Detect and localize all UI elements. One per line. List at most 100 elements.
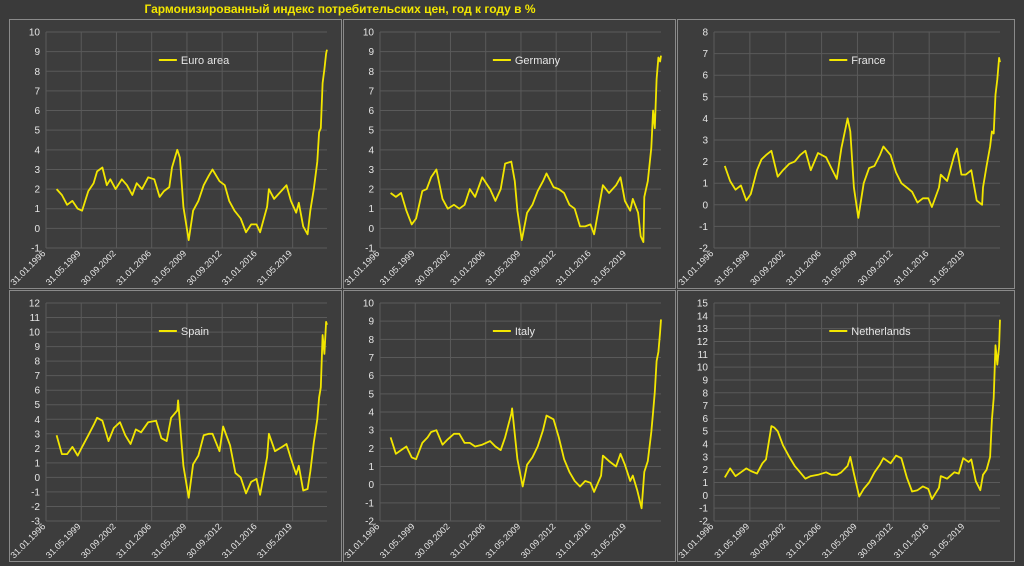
y-tick-label: 8 — [702, 388, 708, 399]
series-line-netherlands — [724, 319, 1001, 501]
x-tick-label: 30.09.2012 — [856, 521, 895, 560]
y-tick-label: 8 — [34, 67, 40, 78]
x-tick-label: 30.09.2002 — [413, 521, 452, 560]
chart-panel-france: -2 -1 0 1 2 3 4 5 6 7 8 31.01.1996 31.05.1999 30.09.2… — [677, 19, 1015, 289]
x-tick-label: 30.09.2012 — [519, 521, 558, 560]
x-tick-label: 30.09.2012 — [519, 248, 558, 287]
x-tick-label: 31.05.1999 — [712, 248, 751, 287]
y-tick-label: 9 — [34, 47, 40, 58]
x-tick-label: 31.05.2009 — [820, 521, 859, 560]
y-tick-label: 0 — [368, 480, 374, 491]
y-tick-label: 5 — [34, 400, 40, 411]
x-tick-label: 30.09.2002 — [748, 248, 787, 287]
x-tick-label: 30.09.2002 — [79, 521, 118, 560]
y-tick-label: 5 — [368, 389, 374, 400]
x-tick-label: 31.05.2019 — [589, 248, 628, 287]
x-tick-label: 31.01.1996 — [344, 248, 381, 287]
x-tick-label: 31.05.1999 — [712, 521, 751, 560]
y-tick-label: 0 — [368, 224, 374, 235]
x-tick-label: 31.01.2006 — [448, 248, 487, 287]
y-tick-label: 5 — [34, 126, 40, 137]
x-tick-label: 31.05.1999 — [378, 521, 417, 560]
y-tick-label: 3 — [34, 165, 40, 176]
legend-label: France — [851, 55, 885, 67]
y-tick-label: -2 — [31, 502, 40, 513]
y-tick-label: 6 — [368, 371, 374, 382]
x-tick-label: 30.09.2012 — [856, 248, 895, 287]
chart-panel-netherlands: -2 -1 0 1 2 3 4 5 6 7 8 9 10 11 12 13 14 15 31.01.1996 31.0… — [677, 290, 1015, 562]
x-tick-label: 31.01.2006 — [784, 248, 823, 287]
y-tick-label: 5 — [702, 427, 708, 438]
legend-label: Italy — [515, 326, 536, 338]
y-tick-label: 1 — [368, 204, 374, 215]
y-tick-label: 7 — [34, 371, 40, 382]
y-tick-label: 9 — [34, 342, 40, 353]
y-tick-label: 3 — [702, 136, 708, 147]
chart-panel-germany: -1 0 1 2 3 4 5 6 7 8 9 10 31.01.1996 31.05.1999 30.09.… — [343, 19, 676, 289]
y-tick-label: 7 — [368, 86, 374, 97]
x-tick-label: 31.05.2019 — [255, 521, 294, 560]
x-tick-label: 31.05.1999 — [44, 521, 83, 560]
x-tick-label: 31.05.2019 — [589, 521, 628, 560]
y-tick-label: 3 — [702, 452, 708, 463]
series-line-italy — [389, 319, 662, 510]
legend-label: Euro area — [181, 55, 230, 67]
y-tick-label: 9 — [368, 317, 374, 328]
chart-panel-euro-area: -1 0 1 2 3 4 5 6 7 8 9 10 31.01.1996 31.05.1999 30.09.… — [9, 19, 342, 289]
x-tick-label: 31.05.2019 — [255, 248, 294, 287]
y-tick-label: 15 — [697, 299, 709, 310]
x-tick-label: 31.01.2016 — [220, 248, 259, 287]
y-tick-label: 6 — [34, 106, 40, 117]
y-tick-label: 2 — [368, 444, 374, 455]
x-tick-label: 30.09.2012 — [185, 521, 224, 560]
x-tick-label: 31.01.1996 — [678, 521, 715, 560]
series-line-france — [723, 57, 1001, 219]
x-tick-label: 31.01.1996 — [344, 521, 381, 560]
y-tick-label: 8 — [34, 357, 40, 368]
y-tick-label: 7 — [34, 86, 40, 97]
y-tick-label: 7 — [702, 49, 708, 60]
y-tick-label: 6 — [702, 414, 708, 425]
figure-title: Гармонизированный индекс потребительских… — [144, 2, 536, 16]
y-tick-label: 0 — [702, 200, 708, 211]
y-tick-label: 12 — [29, 299, 41, 310]
chart-svg-euro-area: -101234567891031.01.199631.05.199930.09.… — [10, 28, 328, 287]
y-tick-label: 1 — [368, 462, 374, 473]
y-tick-label: 1 — [702, 478, 708, 489]
x-tick-label: 31.05.1999 — [44, 248, 83, 287]
y-tick-label: 5 — [702, 92, 708, 103]
y-tick-label: 4 — [368, 408, 374, 419]
y-tick-label: 8 — [702, 28, 708, 39]
chart-svg-spain: -3-2-1012345678910111231.01.199631.05.19… — [10, 299, 328, 560]
y-tick-label: 6 — [702, 71, 708, 82]
y-tick-label: 2 — [34, 444, 40, 455]
y-tick-label: 1 — [702, 179, 708, 190]
y-tick-label: 10 — [697, 363, 709, 374]
y-tick-label: 0 — [702, 491, 708, 502]
x-tick-label: 31.01.1996 — [10, 248, 47, 287]
y-tick-label: 10 — [29, 28, 41, 39]
y-tick-label: 12 — [697, 337, 709, 348]
y-tick-label: 10 — [363, 28, 375, 39]
x-tick-label: 31.01.2006 — [114, 521, 153, 560]
series-line-spain — [55, 321, 328, 499]
y-tick-label: 4 — [34, 415, 40, 426]
y-tick-label: 10 — [29, 328, 41, 339]
x-tick-label: 31.01.1996 — [10, 521, 47, 560]
y-tick-label: 9 — [368, 47, 374, 58]
chart-panel-spain: -3 -2 -1 0 1 2 3 4 5 6 7 8 9 10 11 12 31.01.1996 31.05.19… — [9, 290, 342, 562]
x-tick-label: 31.05.2009 — [483, 248, 522, 287]
y-tick-label: 3 — [368, 426, 374, 437]
chart-svg-netherlands: -2-1012345678910111213141531.01.199631.0… — [678, 299, 1001, 560]
x-tick-label: 31.01.2016 — [554, 248, 593, 287]
x-tick-label: 31.01.2016 — [892, 521, 931, 560]
y-tick-label: 7 — [702, 401, 708, 412]
y-tick-label: 4 — [702, 440, 708, 451]
chart-svg-france: -2-101234567831.01.199631.05.199930.09.2… — [678, 28, 1001, 287]
x-tick-label: 31.05.2009 — [820, 248, 859, 287]
x-tick-label: 31.01.2006 — [784, 521, 823, 560]
x-tick-label: 30.09.2002 — [79, 248, 118, 287]
y-tick-label: 2 — [34, 185, 40, 196]
y-tick-label: 2 — [702, 465, 708, 476]
y-tick-label: 13 — [697, 324, 709, 335]
